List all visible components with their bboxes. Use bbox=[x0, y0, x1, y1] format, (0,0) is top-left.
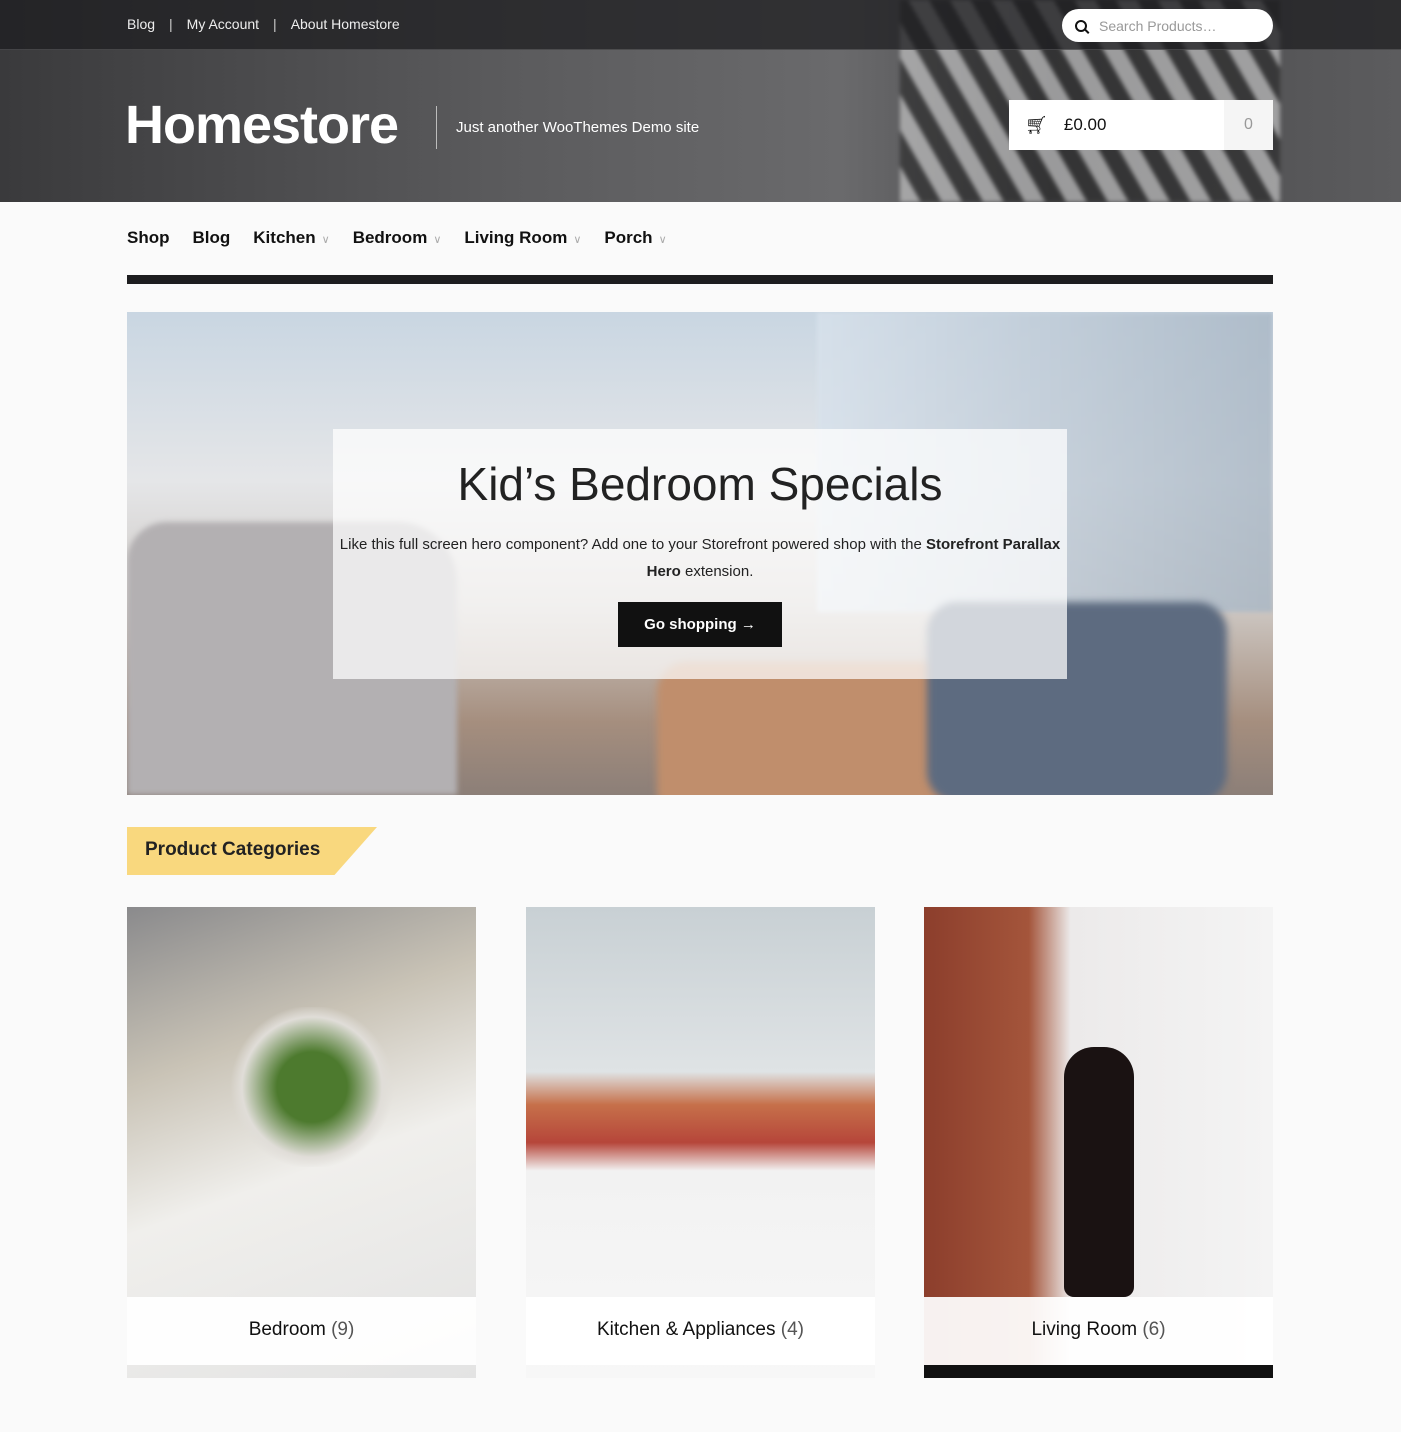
nav-living-room[interactable]: Living Room ∨ bbox=[464, 228, 581, 248]
nav-blog[interactable]: Blog bbox=[193, 228, 231, 248]
nav-kitchen[interactable]: Kitchen ∨ bbox=[253, 228, 329, 248]
plant-image bbox=[227, 1007, 397, 1167]
cart-button[interactable]: 🛒︎ £0.00 0 bbox=[1009, 100, 1273, 150]
nav-label: Shop bbox=[127, 228, 170, 247]
nav-label: Porch bbox=[604, 228, 653, 247]
cart-amount: £0.00 bbox=[1063, 115, 1107, 134]
category-count: (9) bbox=[331, 1319, 355, 1340]
nav-divider-bar bbox=[127, 275, 1273, 284]
hero-text-part: extension. bbox=[684, 563, 754, 580]
category-name: Kitchen & Appliances bbox=[596, 1319, 776, 1340]
search-placeholder: Search Products… bbox=[1099, 17, 1217, 34]
search-input[interactable]: Search Products… bbox=[1062, 9, 1273, 42]
category-label: Bedroom (9) bbox=[127, 1297, 476, 1365]
nav-label: Bedroom bbox=[352, 228, 428, 247]
nav-shop[interactable]: Shop bbox=[127, 228, 170, 248]
nav-label: Living Room bbox=[464, 228, 568, 247]
hero-content: Kid’s Bedroom Specials Like this full sc… bbox=[333, 429, 1067, 679]
go-shopping-button[interactable]: Go shopping → bbox=[618, 602, 782, 647]
nav-label: Blog bbox=[192, 228, 231, 247]
category-count: (4) bbox=[780, 1319, 805, 1340]
category-name: Bedroom bbox=[248, 1319, 326, 1340]
divider bbox=[436, 106, 437, 149]
category-label: Living Room (6) bbox=[924, 1297, 1273, 1365]
secondary-nav: Blog | My Account | About Homestore bbox=[127, 16, 400, 32]
cart-icon: 🛒︎ bbox=[1025, 114, 1048, 135]
category-card-living-room[interactable]: Living Room (6) bbox=[924, 907, 1273, 1378]
primary-nav: Shop Blog Kitchen ∨ Bedroom ∨ Living Room ∨… bbox=[127, 228, 667, 248]
site-header: Blog | My Account | About Homestore Search… bbox=[0, 0, 1401, 202]
hero-banner: Kid’s Bedroom Specials Like this full sc… bbox=[127, 312, 1273, 795]
top-bar: Blog | My Account | About Homestore Search… bbox=[0, 0, 1401, 50]
nav-porch[interactable]: Porch ∨ bbox=[604, 228, 666, 248]
top-link-about[interactable]: About Homestore bbox=[291, 16, 400, 32]
category-card-bedroom[interactable]: Bedroom (9) bbox=[127, 907, 476, 1378]
nav-label: Kitchen bbox=[253, 228, 316, 247]
cart-count: 0 bbox=[1224, 100, 1273, 150]
chevron-down-icon: ∨ bbox=[573, 234, 582, 246]
category-card-kitchen[interactable]: Kitchen & Appliances (4) bbox=[526, 907, 875, 1378]
hero-text-part: Like this full screen hero component? Ad… bbox=[339, 536, 922, 553]
category-name: Living Room bbox=[1031, 1319, 1138, 1340]
hero-text: Like this full screen hero component? Ad… bbox=[333, 531, 1067, 585]
section-heading: Product Categories bbox=[127, 827, 377, 875]
chevron-down-icon: ∨ bbox=[321, 234, 330, 246]
chevron-down-icon: ∨ bbox=[433, 234, 442, 246]
site-tagline: Just another WooThemes Demo site bbox=[456, 119, 700, 136]
search-icon bbox=[1075, 19, 1087, 32]
top-link-blog[interactable]: Blog bbox=[127, 16, 155, 32]
top-link-my-account[interactable]: My Account bbox=[187, 16, 259, 32]
chevron-down-icon: ∨ bbox=[658, 234, 667, 246]
site-logo[interactable]: Homestore bbox=[125, 94, 399, 156]
hero-title: Kid’s Bedroom Specials bbox=[457, 458, 943, 510]
vase-image bbox=[1064, 1047, 1134, 1297]
category-image-bottom bbox=[924, 1365, 1273, 1378]
nav-bedroom[interactable]: Bedroom ∨ bbox=[353, 228, 442, 248]
separator: | bbox=[169, 16, 173, 32]
category-label: Kitchen & Appliances (4) bbox=[526, 1297, 875, 1365]
separator: | bbox=[273, 16, 277, 32]
category-count: (6) bbox=[1142, 1319, 1166, 1340]
hero-pillow-image bbox=[657, 662, 957, 795]
